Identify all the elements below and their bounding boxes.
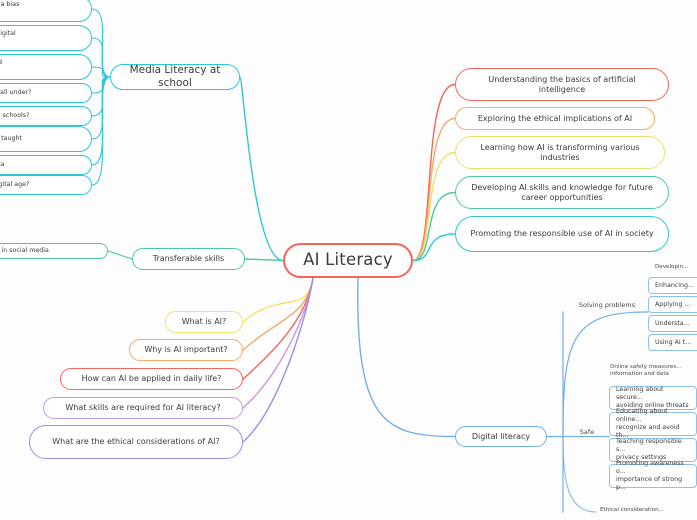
digital-literacy-node[interactable]: Digital literacy — [455, 426, 547, 447]
media-literacy-child-2[interactable]: ...me active and ...ia content — [0, 54, 92, 80]
solving-problems-item-0[interactable]: Developin... — [655, 260, 697, 274]
media-literacy-child-0[interactable]: ...ncept of media bias ...rmation — [0, 0, 92, 22]
right-branch-2[interactable]: Learning how AI is transforming various … — [455, 136, 665, 169]
solving-problems-item-1[interactable]: Enhancing... — [648, 277, 697, 294]
media-literacy-child-1[interactable]: ...ate and use digital ...ally — [0, 25, 92, 51]
media-literacy-child-5[interactable]: ...racy typically taught — [0, 126, 92, 152]
media-literacy-child-4[interactable]: ...y taught in all schools? — [0, 106, 92, 126]
safe-item-2[interactable]: Teaching responsible s... privacy settin… — [609, 438, 697, 462]
left-question-1[interactable]: Why is AI important? — [129, 339, 243, 361]
left-question-0[interactable]: What is AI? — [165, 311, 243, 333]
right-branch-3[interactable]: Developing AI skills and knowledge for f… — [455, 176, 669, 209]
safe-item-0[interactable]: Learning about secure... avoiding online… — [609, 386, 697, 410]
media-literacy-node[interactable]: Media Literacy at school — [110, 64, 240, 90]
media-literacy-child-6[interactable]: ...aught in media — [0, 155, 92, 175]
ethical-consideration-label[interactable]: Ethical consideration... — [600, 503, 697, 517]
solving-problems-item-3[interactable]: Understa... — [648, 315, 697, 332]
right-branch-1[interactable]: Exploring the ethical implications of AI — [455, 107, 655, 130]
left-question-2[interactable]: How can AI be applied in daily life? — [60, 368, 243, 390]
transferable-skills-node[interactable]: Transferable skills — [132, 248, 245, 270]
central-node[interactable]: AI Literacy — [283, 243, 413, 278]
solving-problems-item-2[interactable]: Applying ... — [648, 296, 697, 313]
mindmap-canvas: AI Literacy Understanding the basics of a… — [0, 0, 697, 520]
solving-problems-label[interactable]: Solving problems — [568, 299, 646, 311]
media-literacy-child-3[interactable]: ...edia literacy fall under? — [0, 83, 92, 103]
right-branch-4[interactable]: Promoting the responsible use of AI in s… — [455, 216, 669, 252]
safe-header-label: Online safety measures... information an… — [610, 364, 682, 377]
solving-problems-item-4[interactable]: Using AI t... — [648, 334, 697, 351]
left-question-3[interactable]: What skills are required for AI literacy… — [43, 397, 243, 419]
safe-item-1[interactable]: Educating about online... recognize and … — [609, 408, 697, 439]
safe-item-3[interactable]: Promoting awareness o... importance of s… — [609, 460, 697, 491]
left-question-4[interactable]: What are the ethical considerations of A… — [29, 425, 243, 459]
safe-label[interactable]: Safe — [574, 426, 600, 438]
media-literacy-child-7[interactable]: ...racy in the digital age? — [0, 175, 92, 195]
transferable-skills-child-0[interactable]: ...nt engagement in social media — [0, 243, 108, 259]
right-branch-0[interactable]: Understanding the basics of artificial i… — [455, 68, 669, 101]
